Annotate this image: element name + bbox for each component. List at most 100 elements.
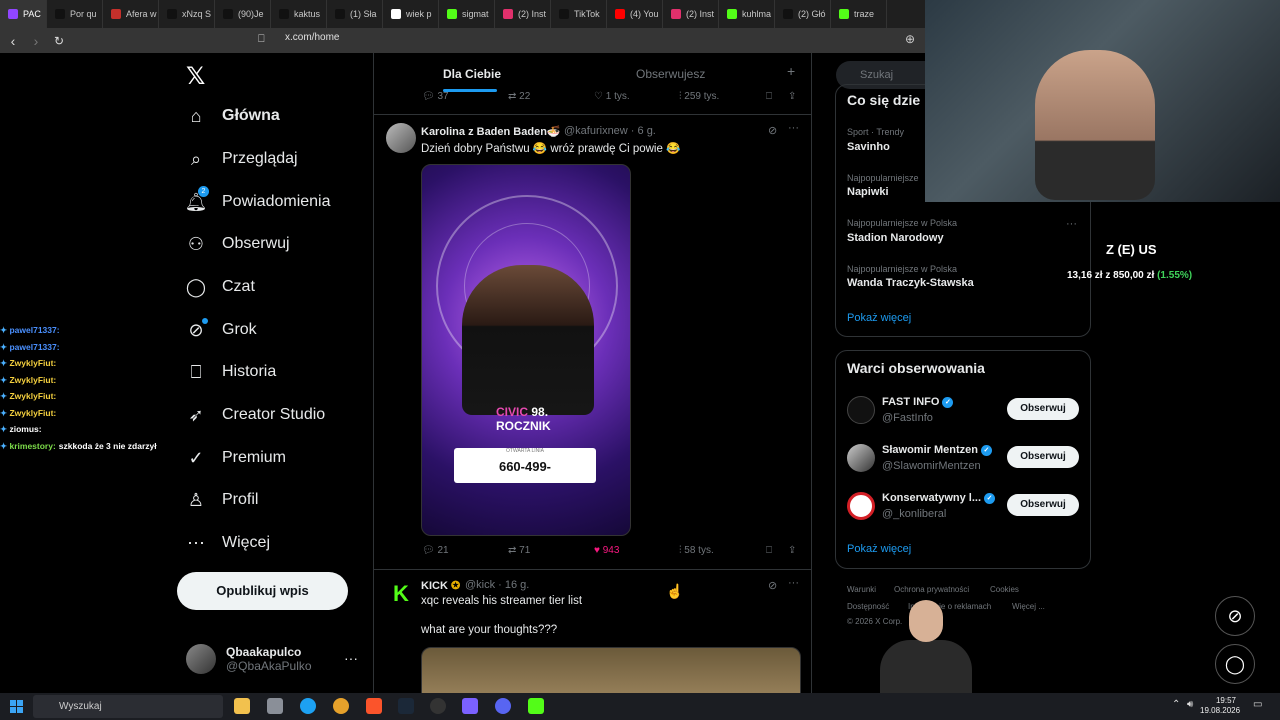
brave-icon[interactable] bbox=[366, 698, 382, 714]
back-icon[interactable]: ‹ bbox=[3, 33, 23, 49]
avatar[interactable] bbox=[386, 123, 416, 153]
grok-icon[interactable]: ⊘ bbox=[768, 579, 777, 592]
nav-item-chat[interactable]: ◯ Czat bbox=[186, 277, 255, 297]
suggested-user-name[interactable]: Konserwatywny l... ✓ bbox=[882, 492, 996, 504]
footer-link[interactable]: Cookies bbox=[990, 585, 1019, 594]
file-explorer-icon[interactable] bbox=[234, 698, 250, 714]
trend-name[interactable]: Savinho bbox=[847, 141, 890, 153]
follow-button[interactable]: Obserwuj bbox=[1007, 494, 1079, 516]
add-tab-icon[interactable]: + bbox=[787, 63, 795, 79]
repost-icon[interactable]: ⇄ 71 bbox=[508, 545, 530, 556]
nav-item-more-circle[interactable]: ⋯ Więcej bbox=[186, 533, 270, 553]
repost-icon[interactable]: ⇄ 22 bbox=[508, 91, 530, 102]
account-more-icon[interactable]: ··· bbox=[344, 650, 358, 666]
nav-item-premium[interactable]: ✓ Premium bbox=[186, 448, 286, 468]
browser-tab[interactable]: Afera w bbox=[103, 0, 159, 28]
clock[interactable]: 19:57 19.08.2026 bbox=[1200, 696, 1240, 716]
avatar[interactable] bbox=[847, 396, 875, 424]
volume-icon[interactable]: 🔊︎ bbox=[1187, 699, 1193, 710]
footer-link[interactable]: Więcej ... bbox=[1012, 602, 1045, 611]
kick-icon[interactable] bbox=[528, 698, 544, 714]
taskbar-search[interactable]: Wyszukaj bbox=[33, 695, 223, 718]
follow-button[interactable]: Obserwuj bbox=[1007, 446, 1079, 468]
tab-for-you[interactable]: Dla Ciebie bbox=[443, 67, 501, 81]
bookmark-icon[interactable]: ⎕ bbox=[766, 545, 772, 556]
browser-tab[interactable]: (4) You bbox=[607, 0, 663, 28]
browser-tab[interactable]: wiek p bbox=[383, 0, 439, 28]
tweet-author-handle[interactable]: @kafurixnew · 6 g. bbox=[564, 125, 656, 137]
zoom-icon[interactable]: ⊕ bbox=[905, 32, 915, 46]
nav-item-rocket[interactable]: ➶ Creator Studio bbox=[186, 405, 325, 425]
grok-icon[interactable]: ⊘ bbox=[768, 124, 777, 137]
browser-tab[interactable]: xNzq S bbox=[159, 0, 215, 28]
follow-button[interactable]: Obserwuj bbox=[1007, 398, 1079, 420]
more-icon[interactable]: ··· bbox=[788, 122, 799, 134]
obs-icon[interactable] bbox=[430, 698, 446, 714]
trend-name[interactable]: Wanda Traczyk-Stawska bbox=[847, 277, 974, 289]
notification-icon[interactable]: ▭ bbox=[1253, 699, 1262, 710]
nav-item-profile[interactable]: ♙ Profil bbox=[186, 490, 259, 510]
steam-icon[interactable] bbox=[398, 698, 414, 714]
browser-tab[interactable]: sigmat bbox=[439, 0, 495, 28]
more-icon[interactable]: ··· bbox=[788, 577, 799, 589]
like-icon[interactable]: ♥ 943 bbox=[594, 545, 619, 556]
reload-icon[interactable]: ↻ bbox=[49, 34, 69, 48]
footer-link[interactable]: Ochrona prywatności bbox=[894, 585, 969, 594]
avatar[interactable] bbox=[847, 492, 875, 520]
windows-start-icon[interactable] bbox=[10, 700, 23, 713]
tweet-author-handle[interactable]: @kick · 16 g. bbox=[465, 579, 529, 591]
app-icon[interactable] bbox=[462, 698, 478, 714]
views-icon[interactable]: ⫶ 259 tys. bbox=[679, 91, 719, 102]
browser-tab[interactable]: kuhlma bbox=[719, 0, 775, 28]
nav-item-follow[interactable]: ⚇ Obserwuj bbox=[186, 234, 290, 254]
nav-item-grok[interactable]: ⊘ Grok bbox=[186, 318, 257, 340]
tweet-author-name[interactable]: Karolina z Baden Baden🍜 bbox=[421, 125, 561, 138]
footer-link[interactable]: Warunki bbox=[847, 585, 876, 594]
reply-icon[interactable]: 💬︎ 37 bbox=[422, 91, 449, 102]
tweet-image[interactable] bbox=[421, 647, 801, 693]
tweet-author-name[interactable]: KICK ✪ bbox=[421, 579, 460, 592]
nav-item-search[interactable]: ⌕ Przeglądaj bbox=[186, 149, 298, 169]
like-icon[interactable]: ♡ 1 tys. bbox=[594, 91, 630, 102]
browser-tab[interactable]: (90)Je bbox=[215, 0, 271, 28]
nav-item-bell[interactable]: 🔔︎ 2 Powiadomienia bbox=[185, 186, 331, 212]
tweet-video[interactable]: CIVIC 98. ROCZNIK 660-499- OTWARTA LINIA bbox=[421, 164, 631, 536]
trend-more-icon[interactable]: ··· bbox=[1066, 218, 1077, 230]
suggested-user-name[interactable]: Sławomir Mentzen ✓ bbox=[882, 444, 992, 456]
post-button[interactable]: Opublikuj wpis bbox=[177, 572, 348, 610]
browser-tab[interactable]: (2) Inst bbox=[663, 0, 719, 28]
show-more-suggestions[interactable]: Pokaż więcej bbox=[847, 543, 911, 555]
views-icon[interactable]: ⫶ 58 tys. bbox=[679, 545, 714, 556]
x-logo[interactable]: 𝕏 bbox=[186, 62, 205, 90]
bookmark-star-icon[interactable]: ⎕ bbox=[258, 33, 265, 46]
browser-tab[interactable]: (1) Sła bbox=[327, 0, 383, 28]
kick-logo-icon[interactable]: K bbox=[386, 579, 416, 609]
reply-icon[interactable]: 💬︎ 21 bbox=[422, 545, 449, 556]
nav-item-home[interactable]: ⌂ Główna bbox=[186, 106, 280, 126]
browser-tab[interactable]: (2) Głó bbox=[775, 0, 831, 28]
forward-icon[interactable]: › bbox=[26, 33, 46, 49]
avatar[interactable] bbox=[847, 444, 875, 472]
share-icon[interactable]: ⇪ bbox=[788, 545, 796, 556]
browser-tab[interactable]: TikTok bbox=[551, 0, 607, 28]
bookmark-icon[interactable]: ⎕ bbox=[766, 91, 772, 102]
discord-icon[interactable] bbox=[495, 698, 511, 714]
show-more-trends[interactable]: Pokaż więcej bbox=[847, 312, 911, 324]
browser-tab[interactable]: traze bbox=[831, 0, 887, 28]
browser-tab[interactable]: Por qu bbox=[47, 0, 103, 28]
share-icon[interactable]: ⇪ bbox=[788, 91, 796, 102]
suggested-user-name[interactable]: FAST INFO ✓ bbox=[882, 396, 954, 408]
tab-following[interactable]: Obserwujesz bbox=[636, 67, 705, 81]
account-switcher[interactable]: Qbaakapulco @QbaAkaPulko bbox=[186, 644, 312, 674]
browser-tab[interactable]: PAC bbox=[0, 0, 47, 28]
tray-chevron-icon[interactable]: ⌃ bbox=[1172, 699, 1180, 710]
grok-fab-icon[interactable]: ⊘ bbox=[1215, 596, 1255, 636]
messages-fab-icon[interactable]: ◯ bbox=[1215, 644, 1255, 684]
chrome-icon[interactable] bbox=[333, 698, 349, 714]
browser-tab[interactable]: (2) Inst bbox=[495, 0, 551, 28]
browser-tab[interactable]: kaktus bbox=[271, 0, 327, 28]
trend-name[interactable]: Stadion Narodowy bbox=[847, 232, 944, 244]
edge-icon[interactable] bbox=[300, 698, 316, 714]
address-bar[interactable]: x.com/home bbox=[285, 32, 339, 43]
trend-name[interactable]: Napiwki bbox=[847, 186, 889, 198]
